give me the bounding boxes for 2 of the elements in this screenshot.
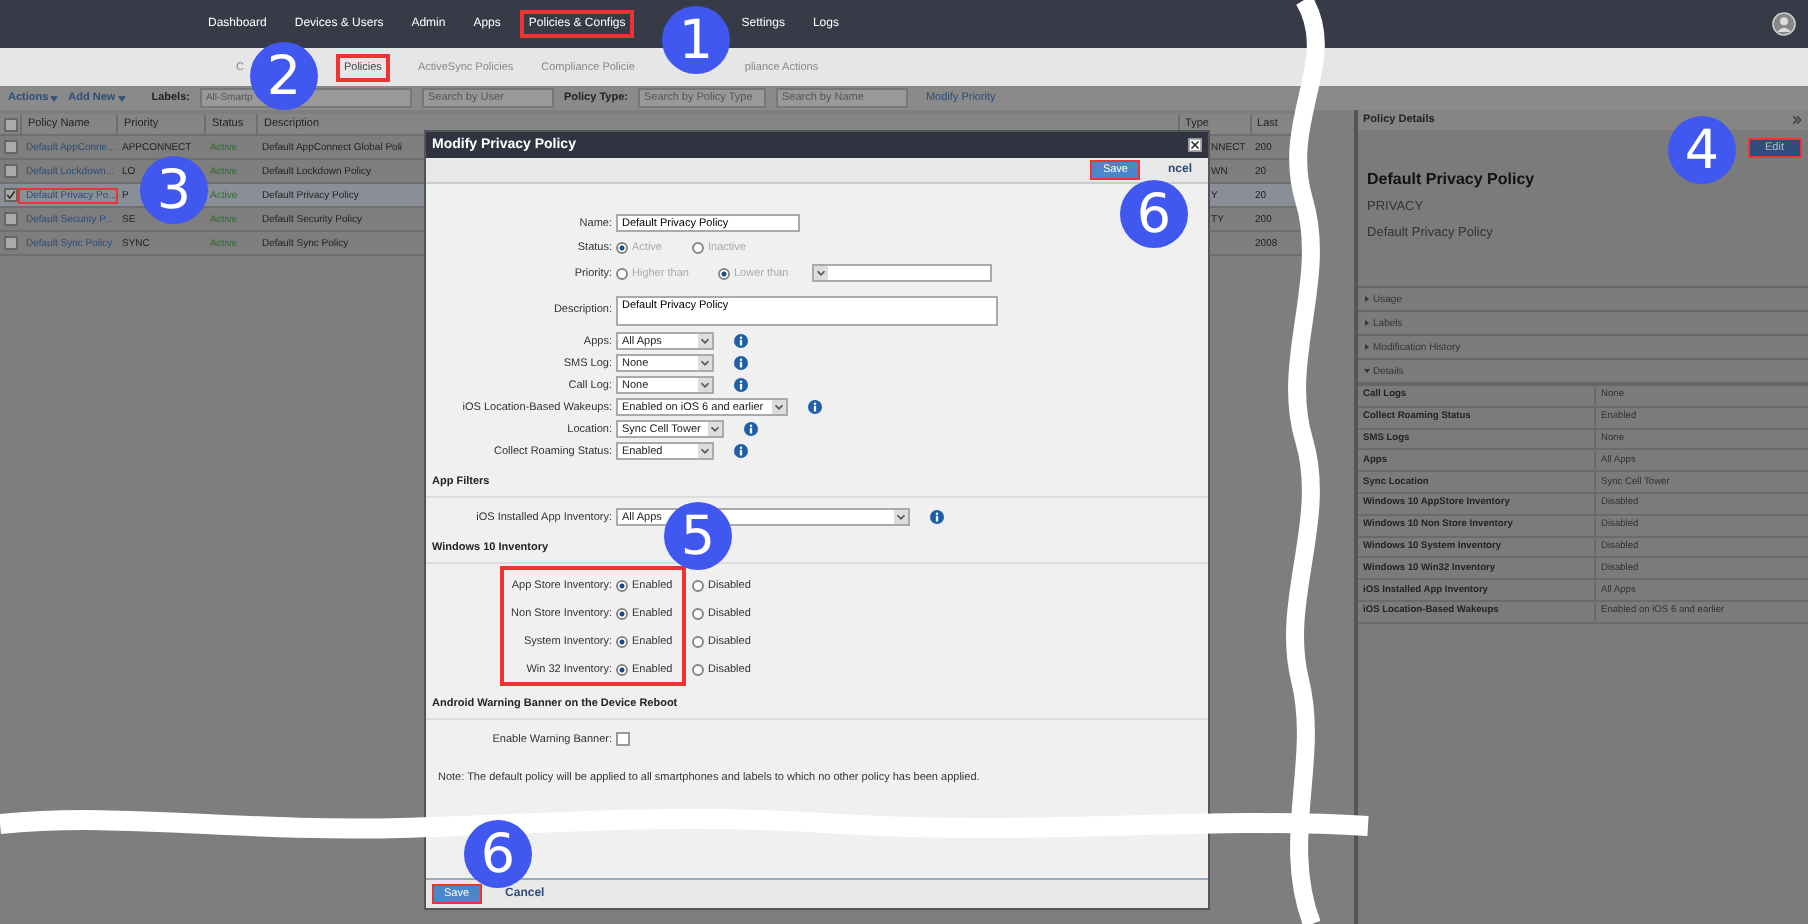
policy-title: Default Privacy Policy: [1367, 170, 1537, 188]
step-number-badge: 3: [140, 156, 208, 224]
